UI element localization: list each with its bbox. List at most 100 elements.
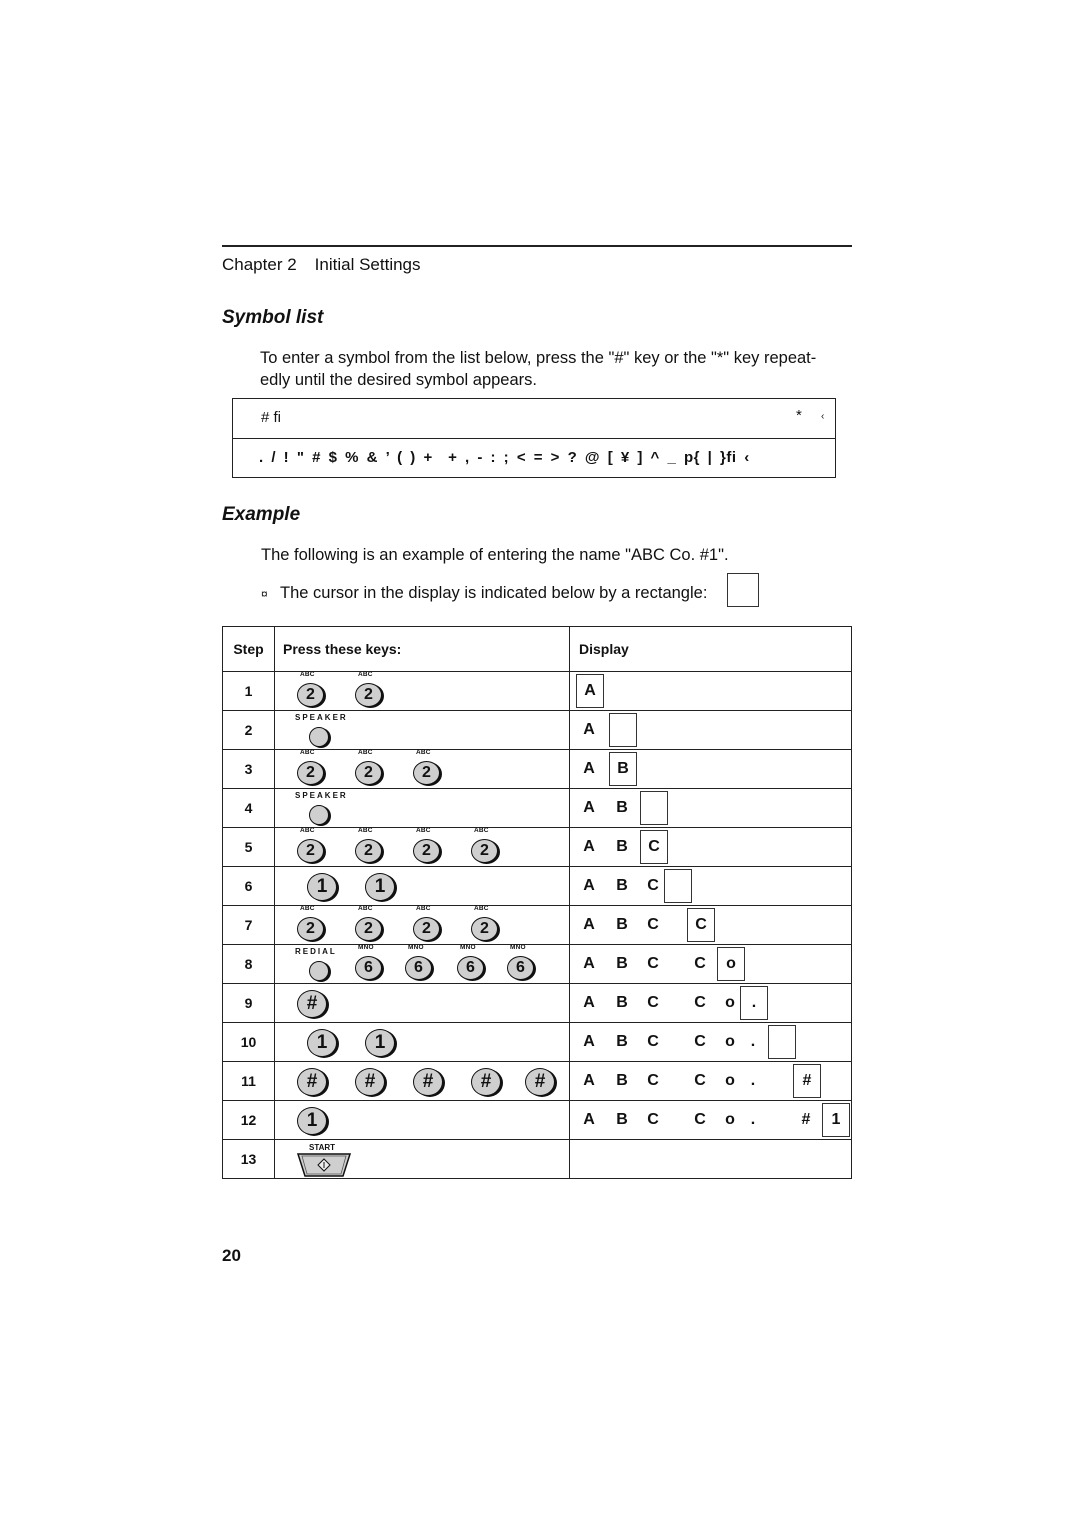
example-intro: The following is an example of entering … (261, 546, 729, 564)
display-char: . (750, 1033, 756, 1050)
step-number: 1 (222, 671, 275, 711)
cursor-box (609, 713, 637, 747)
display-char: A (583, 1072, 595, 1089)
number-key-1[interactable]: 1 (307, 873, 337, 901)
display-char: A (583, 877, 595, 894)
key-label: ABC (416, 749, 431, 756)
number-key-2[interactable]: 2 (355, 761, 382, 785)
table-row: 13 START (222, 1139, 852, 1179)
number-key-2[interactable]: 2 (355, 917, 382, 941)
number-key-2[interactable]: 2 (413, 917, 440, 941)
number-key-1[interactable]: 1 (365, 873, 395, 901)
number-key-2[interactable]: 2 (297, 839, 324, 863)
display-cell: A B C Co. (569, 1022, 852, 1062)
symbol-row-1-star: * (796, 407, 802, 424)
hash-key[interactable]: # (355, 1068, 385, 1096)
cursor-sample-rectangle (727, 573, 759, 607)
start-key[interactable] (297, 1153, 351, 1177)
speaker-key[interactable] (309, 805, 329, 825)
number-key-6[interactable]: 6 (507, 956, 534, 980)
table-row: 11 # # # # # A B C Co. # (222, 1061, 852, 1101)
display-char: B (616, 916, 628, 933)
step-number: 4 (222, 788, 275, 828)
number-key-2[interactable]: 2 (355, 839, 382, 863)
number-key-1[interactable]: 1 (307, 1029, 337, 1057)
key-label: ABC (416, 827, 431, 834)
keys-cell: ABC 2 ABC 2 (274, 671, 570, 711)
symbol-instruction-line2: edly until the desired symbol appears. (260, 371, 537, 389)
display-char: C (694, 994, 706, 1011)
table-row: 10 1 1 A B C Co. (222, 1022, 852, 1062)
number-key-6[interactable]: 6 (457, 956, 484, 980)
key-label: ABC (416, 905, 431, 912)
key-sequence: ABC 2 ABC 2 ABC 2 (275, 749, 569, 788)
redial-key[interactable] (309, 961, 329, 981)
hash-key[interactable]: # (297, 990, 327, 1018)
lcd-display: A B C Co (570, 945, 851, 983)
key-label: ABC (474, 827, 489, 834)
key-label: ABC (300, 671, 315, 678)
display-cell: AB (569, 788, 852, 828)
table-header-row: Step Press these keys: Display (222, 626, 852, 672)
example-heading: Example (222, 504, 301, 525)
key-sequence: SPEAKER (275, 789, 569, 827)
number-key-6[interactable]: 6 (405, 956, 432, 980)
header-keys: Press these keys: (274, 626, 570, 672)
number-key-2[interactable]: 2 (413, 839, 440, 863)
hash-key[interactable]: # (297, 1068, 327, 1096)
header-step: Step (222, 626, 275, 672)
symbol-row-2-symbols: . / ! " # $ % & ’ ( ) + + , - : ; < = > … (259, 449, 750, 466)
number-key-2[interactable]: 2 (471, 917, 498, 941)
number-key-2[interactable]: 2 (297, 683, 324, 707)
key-label: ABC (474, 905, 489, 912)
number-key-2[interactable]: 2 (297, 917, 324, 941)
key-sequence: ABC 2 ABC 2 ABC 2 ABC 2 (275, 905, 569, 944)
display-char: A (583, 916, 595, 933)
display-char: A (583, 721, 595, 738)
display-char: o (725, 994, 735, 1011)
cursor-box: A (576, 674, 604, 708)
lcd-display: A (570, 711, 851, 749)
lcd-display: A B C (570, 867, 851, 905)
cursor-box: . (740, 986, 768, 1020)
display-char: # (801, 1111, 811, 1128)
number-key-6[interactable]: 6 (355, 956, 382, 980)
keys-cell: ABC 2 ABC 2 ABC 2 (274, 749, 570, 789)
hash-key[interactable]: # (413, 1068, 443, 1096)
display-cell: A B C Co. #1 (569, 1100, 852, 1140)
number-key-2[interactable]: 2 (471, 839, 498, 863)
hash-key[interactable]: # (471, 1068, 501, 1096)
step-number: 3 (222, 749, 275, 789)
step-number: 2 (222, 710, 275, 750)
table-row: 8 REDIAL MNO 6 MNO 6 MNO 6 MNO 6 A B C Co (222, 944, 852, 984)
header-display: Display (569, 626, 852, 672)
display-cell: A B C Co (569, 944, 852, 984)
display-char: A (584, 682, 596, 699)
speaker-key[interactable] (309, 727, 329, 747)
display-char: C (647, 916, 659, 933)
number-key-1[interactable]: 1 (297, 1107, 327, 1135)
number-key-2[interactable]: 2 (355, 683, 382, 707)
display-char: A (583, 760, 595, 777)
number-key-2[interactable]: 2 (413, 761, 440, 785)
number-key-1[interactable]: 1 (365, 1029, 395, 1057)
display-char: C (694, 955, 706, 972)
note-bullet: ¤ (261, 587, 268, 601)
display-char: C (647, 877, 659, 894)
table-row: 5 ABC 2 ABC 2 ABC 2 ABC 2 A B C (222, 827, 852, 867)
cursor-box: 1 (822, 1103, 850, 1137)
key-label: ABC (358, 671, 373, 678)
hash-key[interactable]: # (525, 1068, 555, 1096)
lcd-display (570, 1140, 851, 1178)
table-row: 1 ABC 2 ABC 2 A (222, 671, 852, 711)
step-number: 5 (222, 827, 275, 867)
number-key-2[interactable]: 2 (297, 761, 324, 785)
symbol-list-box: # fi * ‹ . / ! " # $ % & ’ ( ) + + , - :… (232, 398, 836, 478)
cursor-box (664, 869, 692, 903)
display-char: . (751, 994, 757, 1011)
key-sequence: REDIAL MNO 6 MNO 6 MNO 6 MNO 6 (275, 944, 569, 983)
key-label: MNO (460, 944, 476, 951)
display-char: C (694, 1072, 706, 1089)
running-header: Chapter 2 Initial Settings (222, 255, 421, 275)
display-char: C (695, 916, 707, 933)
